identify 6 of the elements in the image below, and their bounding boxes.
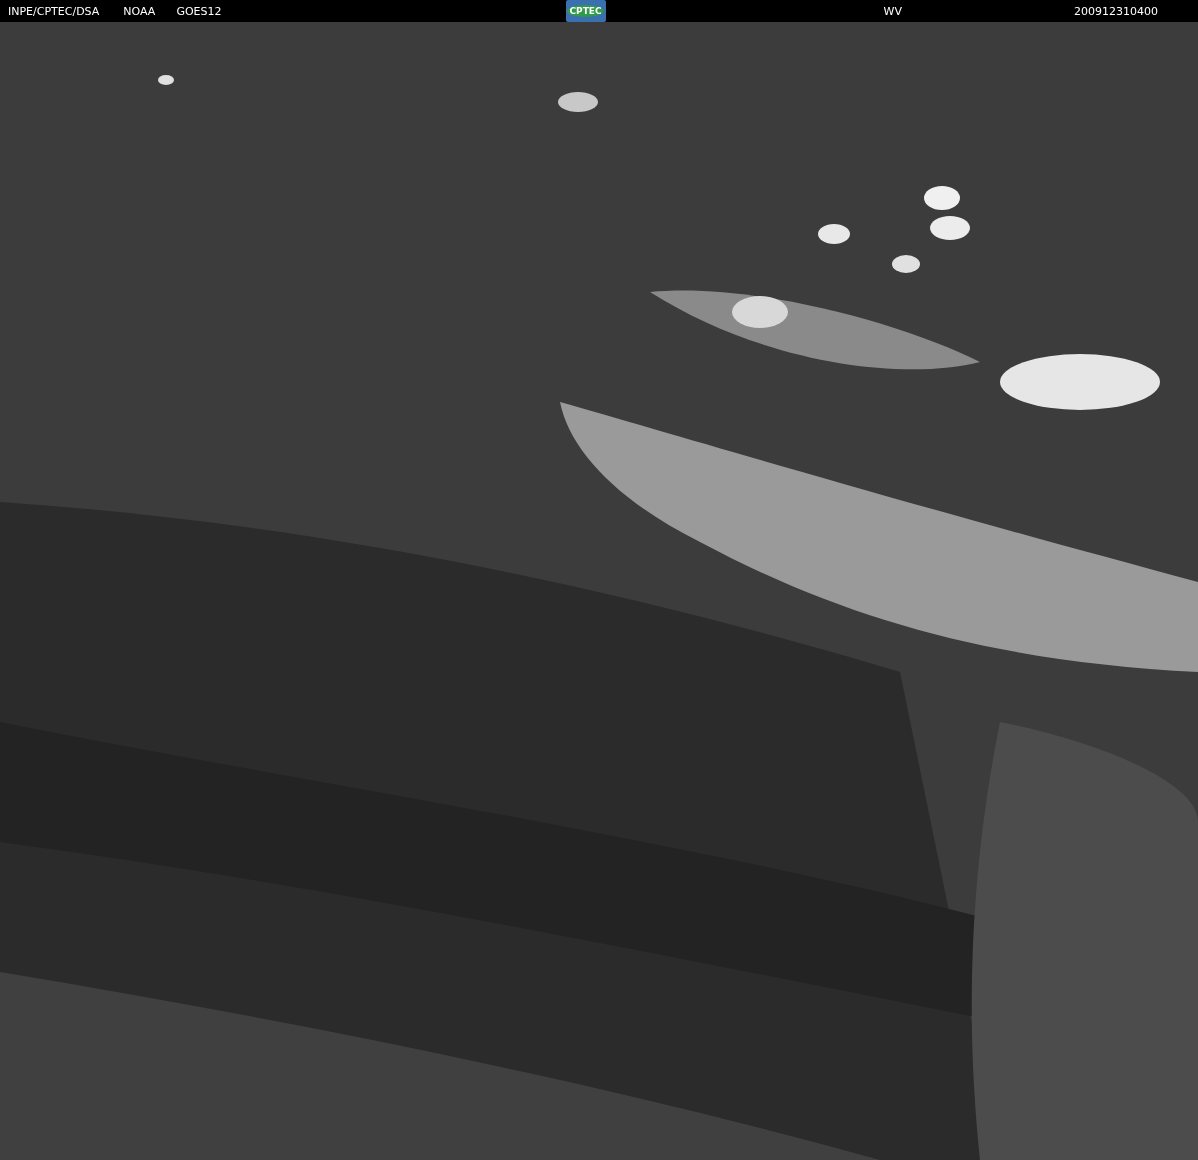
logo: CPTEC [565, 0, 606, 22]
header-label: INPE/CPTEC/DSA [8, 4, 100, 18]
timestamp: 200912310400 [1073, 4, 1158, 18]
channel-label: WV [883, 4, 902, 18]
header-label: GOES12 [176, 4, 222, 18]
header-label: NOAA [123, 4, 156, 18]
